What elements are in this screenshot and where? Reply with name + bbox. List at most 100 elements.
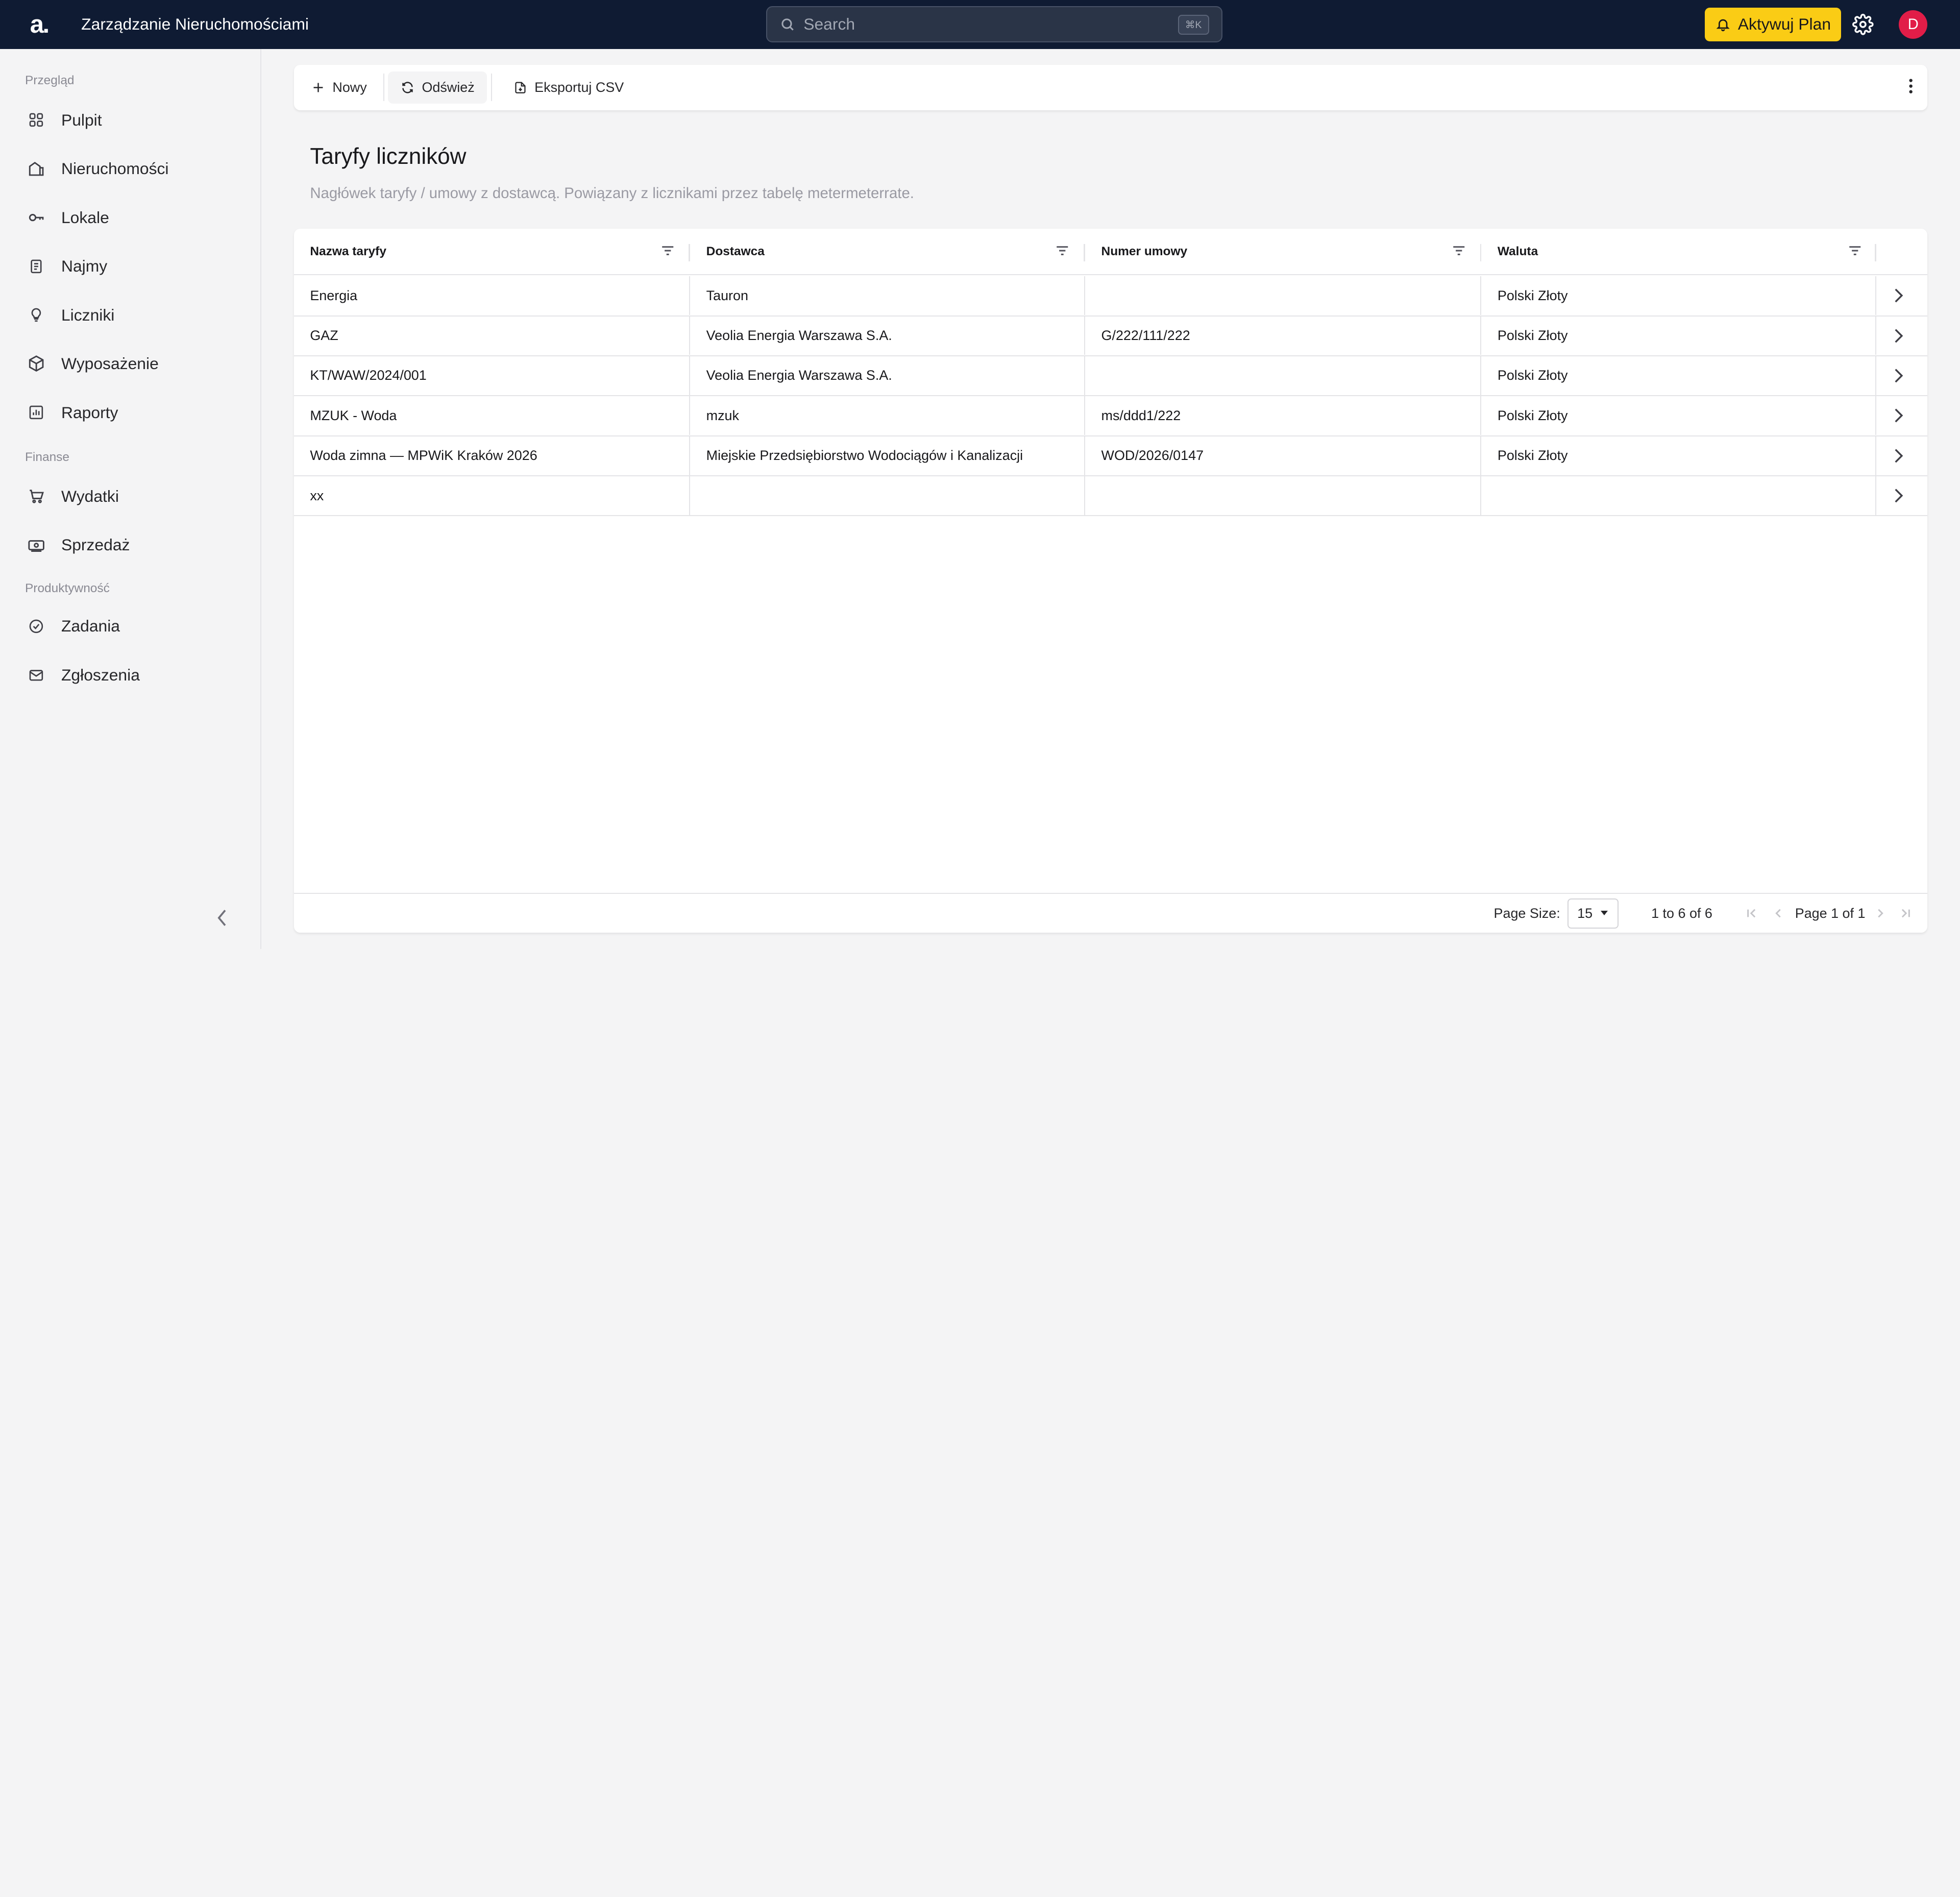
filter-icon[interactable] bbox=[1849, 245, 1861, 256]
export-csv-button[interactable]: Eksportuj CSV bbox=[501, 71, 636, 104]
pagination-bar: Page Size: 15 1 to 6 of 6 Page 1 of 1 bbox=[293, 892, 1928, 933]
row-open-chevron-right-icon[interactable] bbox=[1894, 368, 1904, 384]
check-circle-icon bbox=[25, 615, 47, 638]
cell-contract-number: ms/ddd1/222 bbox=[1085, 396, 1482, 435]
cell-supplier bbox=[690, 476, 1085, 515]
column-header-currency[interactable]: Waluta bbox=[1481, 229, 1876, 275]
sidebar-item-dashboard[interactable]: Pulpit bbox=[25, 105, 250, 135]
cash-icon bbox=[25, 534, 47, 556]
key-icon bbox=[25, 206, 47, 229]
collapse-sidebar-chevron-left-icon[interactable] bbox=[214, 907, 231, 929]
file-export-icon bbox=[514, 82, 526, 93]
last-page-icon[interactable] bbox=[1900, 908, 1911, 919]
column-header-contract-number[interactable]: Numer umowy bbox=[1085, 229, 1480, 275]
cell-contract-number bbox=[1085, 476, 1482, 515]
sidebar-item-label: Lokale bbox=[61, 208, 109, 227]
sidebar-item-units[interactable]: Lokale bbox=[25, 203, 250, 233]
sidebar-item-label: Zadania bbox=[61, 617, 120, 636]
column-separator[interactable] bbox=[1875, 244, 1876, 261]
column-header-label: Nazwa taryfy bbox=[310, 245, 386, 259]
cell-contract-number bbox=[1085, 356, 1482, 395]
sidebar-item-equipment[interactable]: Wyposażenie bbox=[25, 349, 250, 379]
plus-icon bbox=[313, 83, 323, 92]
column-header-tariff-name[interactable]: Nazwa taryfy bbox=[294, 229, 689, 275]
activate-plan-button[interactable]: Aktywuj Plan bbox=[1705, 7, 1842, 41]
column-header-label: Waluta bbox=[1497, 245, 1538, 259]
first-page-icon[interactable] bbox=[1746, 908, 1757, 919]
caret-down-icon bbox=[1600, 911, 1608, 915]
building-icon bbox=[25, 158, 47, 180]
activate-plan-label: Aktywuj Plan bbox=[1737, 15, 1831, 34]
user-avatar[interactable]: D bbox=[1899, 10, 1928, 39]
sidebar-item-properties[interactable]: Nieruchomości bbox=[25, 154, 250, 184]
refresh-icon bbox=[402, 82, 413, 93]
table-row[interactable]: KT/WAW/2024/001 Veolia Energia Warszawa … bbox=[293, 356, 1928, 397]
cell-tariff-name: GAZ bbox=[294, 316, 690, 355]
refresh-button[interactable]: Odśwież bbox=[388, 71, 487, 104]
tariffs-table: Nazwa taryfy Dostawca Numer umowy Waluta bbox=[293, 229, 1928, 933]
row-open-chevron-right-icon[interactable] bbox=[1894, 488, 1904, 504]
table-row[interactable]: Woda zimna — MPWiK Kraków 2026 Miejskie … bbox=[293, 436, 1928, 477]
bell-icon bbox=[1716, 19, 1730, 32]
new-button-label: Nowy bbox=[332, 79, 367, 95]
toolbar-divider bbox=[383, 74, 384, 102]
sidebar-item-label: Najmy bbox=[61, 257, 108, 276]
filter-icon[interactable] bbox=[1453, 245, 1465, 256]
table-row[interactable]: MZUK - Woda mzuk ms/ddd1/222 Polski Złot… bbox=[293, 396, 1928, 436]
table-row[interactable]: xx bbox=[293, 476, 1928, 517]
previous-page-icon[interactable] bbox=[1773, 908, 1784, 919]
cell-currency: Polski Złoty bbox=[1481, 356, 1876, 395]
new-button[interactable]: Nowy bbox=[299, 71, 379, 104]
sidebar-section-productivity: Produktywność bbox=[24, 581, 110, 595]
row-open-chevron-right-icon[interactable] bbox=[1894, 448, 1904, 464]
column-header-supplier[interactable]: Dostawca bbox=[690, 229, 1084, 275]
sidebar-item-sales[interactable]: Sprzedaż bbox=[25, 530, 250, 560]
top-bar: a. Zarządzanie Nieruchomościami Search ⌘… bbox=[0, 0, 1960, 49]
sidebar-item-tickets[interactable]: Zgłoszenia bbox=[25, 660, 250, 690]
next-page-icon[interactable] bbox=[1875, 908, 1886, 919]
filter-icon[interactable] bbox=[662, 245, 674, 256]
search-input[interactable]: Search ⌘K bbox=[766, 6, 1223, 43]
page-title: Taryfy liczników bbox=[310, 143, 467, 169]
sidebar-item-tasks[interactable]: Zadania bbox=[25, 612, 250, 642]
cell-currency: Polski Złoty bbox=[1481, 396, 1876, 435]
search-shortcut: ⌘K bbox=[1178, 14, 1209, 35]
table-row[interactable]: Energia Tauron Polski Złoty bbox=[293, 276, 1928, 317]
filter-icon[interactable] bbox=[1056, 245, 1068, 256]
search-icon bbox=[781, 18, 794, 31]
cell-currency: Polski Złoty bbox=[1481, 436, 1876, 475]
table-header: Nazwa taryfy Dostawca Numer umowy Waluta bbox=[293, 229, 1928, 275]
document-icon bbox=[25, 255, 47, 278]
toolbar: Nowy Odśwież Eksportuj CSV bbox=[293, 65, 1928, 110]
sidebar-section-finance: Finanse bbox=[24, 450, 70, 464]
app-title: Zarządzanie Nieruchomościami bbox=[81, 15, 309, 34]
refresh-button-label: Odśwież bbox=[422, 79, 475, 95]
cell-supplier: Veolia Energia Warszawa S.A. bbox=[690, 356, 1085, 395]
app-logo[interactable]: a. bbox=[30, 10, 72, 39]
cell-contract-number bbox=[1085, 276, 1482, 315]
sidebar-item-label: Wyposażenie bbox=[61, 354, 159, 373]
row-open-chevron-right-icon[interactable] bbox=[1894, 287, 1904, 304]
sidebar-item-label: Liczniki bbox=[61, 305, 115, 324]
page-size-select[interactable]: 15 bbox=[1567, 898, 1619, 929]
row-open-chevron-right-icon[interactable] bbox=[1894, 328, 1904, 344]
sidebar-item-expenses[interactable]: Wydatki bbox=[25, 481, 250, 512]
cell-tariff-name: Energia bbox=[294, 276, 690, 315]
more-options-kebab-icon[interactable] bbox=[1909, 79, 1913, 94]
sidebar-item-reports[interactable]: Raporty bbox=[25, 398, 250, 428]
cell-tariff-name: xx bbox=[294, 476, 690, 515]
table-row[interactable]: GAZ Veolia Energia Warszawa S.A. G/222/1… bbox=[293, 316, 1928, 356]
sidebar-item-meters[interactable]: Liczniki bbox=[25, 300, 250, 330]
chart-icon bbox=[25, 401, 47, 424]
sidebar-item-label: Zgłoszenia bbox=[61, 665, 140, 684]
settings-gear-icon[interactable] bbox=[1852, 13, 1874, 35]
row-open-chevron-right-icon[interactable] bbox=[1894, 407, 1904, 424]
sidebar-item-label: Raporty bbox=[61, 403, 118, 422]
sidebar-item-label: Nieruchomości bbox=[61, 159, 169, 178]
sidebar-item-leases[interactable]: Najmy bbox=[25, 251, 250, 281]
box-icon bbox=[25, 353, 47, 375]
column-header-label: Dostawca bbox=[706, 245, 765, 259]
sidebar: Przegląd Pulpit Nieruchomości Lokale Naj… bbox=[0, 48, 261, 949]
page-description: Nagłówek taryfy / umowy z dostawcą. Powi… bbox=[310, 185, 914, 202]
search-placeholder: Search bbox=[803, 15, 855, 34]
